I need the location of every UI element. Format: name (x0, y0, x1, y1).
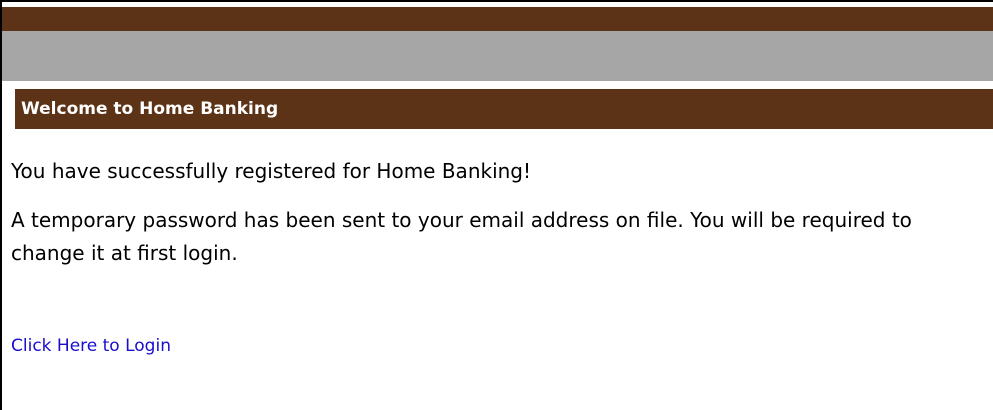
page-title: Welcome to Home Banking (21, 99, 279, 119)
top-brand-bar (2, 7, 993, 31)
login-link[interactable]: Click Here to Login (11, 336, 171, 356)
section-header: Welcome to Home Banking (11, 89, 993, 129)
message-content: You have successfully registered for Hom… (11, 158, 981, 270)
navigation-band (2, 31, 993, 81)
success-message: You have successfully registered for Hom… (11, 159, 532, 183)
temporary-password-message: A temporary password has been sent to yo… (11, 208, 912, 265)
